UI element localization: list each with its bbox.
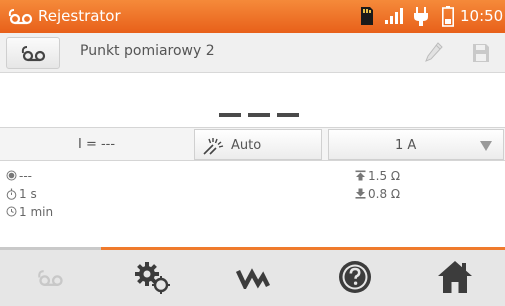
status-dot-icon xyxy=(6,170,17,181)
upper-limit-value: 1.5 Ω xyxy=(368,169,401,183)
recorder-icon xyxy=(8,9,33,25)
readout-dash xyxy=(219,113,241,117)
settings-info: --- 1 s 1 min 1.5 Ω 0.8 Ω xyxy=(0,161,505,247)
sd-card-icon xyxy=(361,7,373,25)
nav-home-button[interactable] xyxy=(404,250,505,306)
app-title: Rejestrator xyxy=(38,7,121,25)
lower-limit-icon xyxy=(355,188,366,199)
plug-icon xyxy=(414,7,428,26)
home-icon xyxy=(438,261,472,293)
save-floppy-icon xyxy=(473,44,489,62)
recorder-button[interactable] xyxy=(6,37,60,69)
signal-icon xyxy=(385,8,403,24)
readout-dash xyxy=(248,113,270,117)
info-item-value: --- xyxy=(19,169,32,183)
settings-gears-icon xyxy=(135,262,170,294)
info-item-value: 1 min xyxy=(19,205,54,219)
info-item-value: 1 s xyxy=(19,187,37,201)
mode-label: Auto xyxy=(231,138,262,153)
main-readout xyxy=(0,73,505,127)
readout-dash xyxy=(277,113,299,117)
stopwatch-icon xyxy=(6,188,17,200)
clock-icon xyxy=(6,206,17,217)
clock: 10:50 xyxy=(460,7,504,25)
recorder-screen: Rejestrator 10:50 Punkt pomiarowy 2 I = … xyxy=(0,0,505,306)
edit-pencil-icon[interactable] xyxy=(424,41,444,63)
range-select[interactable]: 1 A xyxy=(328,129,504,160)
recorder-icon xyxy=(21,46,46,62)
recorder-icon xyxy=(38,270,63,286)
bottom-navigation xyxy=(0,250,505,306)
current-readout: I = --- xyxy=(78,137,116,152)
auto-probe-icon xyxy=(203,138,224,155)
nav-recorder-button[interactable] xyxy=(0,250,101,306)
range-value: 1 A xyxy=(395,138,417,153)
nav-help-button[interactable] xyxy=(303,250,404,306)
save-button[interactable] xyxy=(460,37,500,69)
measurement-point-name[interactable]: Punkt pomiarowy 2 xyxy=(80,43,215,59)
measurement-point-bar: Punkt pomiarowy 2 xyxy=(0,33,505,73)
waveform-icon xyxy=(236,268,270,289)
help-icon xyxy=(339,261,371,293)
lower-limit-value: 0.8 Ω xyxy=(368,187,401,201)
battery-icon xyxy=(442,6,454,27)
status-bar: Rejestrator 10:50 xyxy=(0,0,505,33)
chevron-down-icon xyxy=(480,141,492,151)
parameter-row: I = --- Auto 1 A xyxy=(0,127,505,161)
auto-mode-button[interactable]: Auto xyxy=(194,129,322,160)
nav-settings-button[interactable] xyxy=(101,250,202,306)
upper-limit-icon xyxy=(355,170,366,181)
nav-waveform-button[interactable] xyxy=(202,250,303,306)
